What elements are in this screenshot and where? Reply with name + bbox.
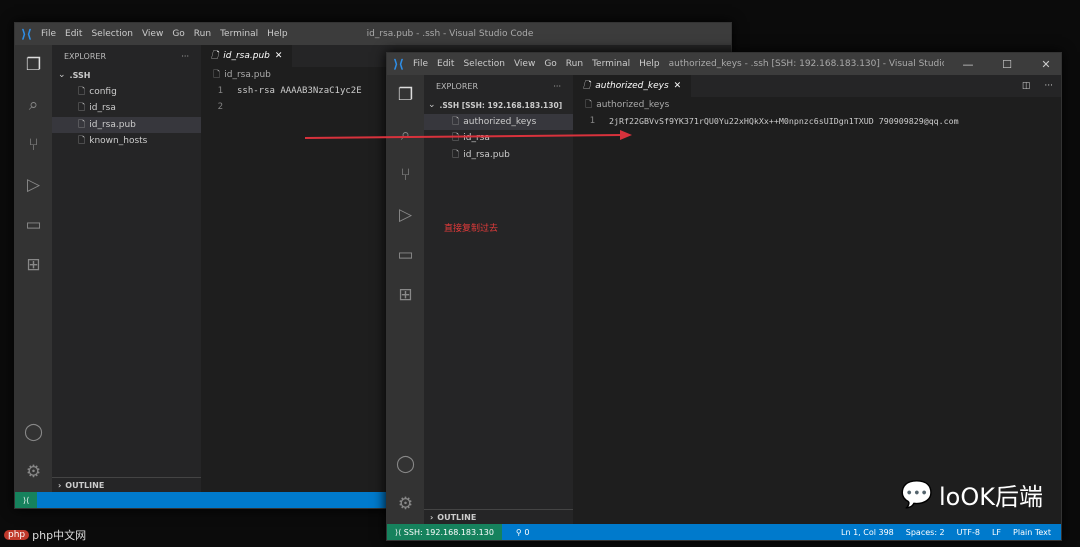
php-logo-icon: php	[4, 530, 30, 540]
annotation-arrow	[304, 130, 632, 140]
site-mark-text: php中文网	[32, 529, 87, 542]
site-watermark: php php中文网	[4, 527, 86, 543]
